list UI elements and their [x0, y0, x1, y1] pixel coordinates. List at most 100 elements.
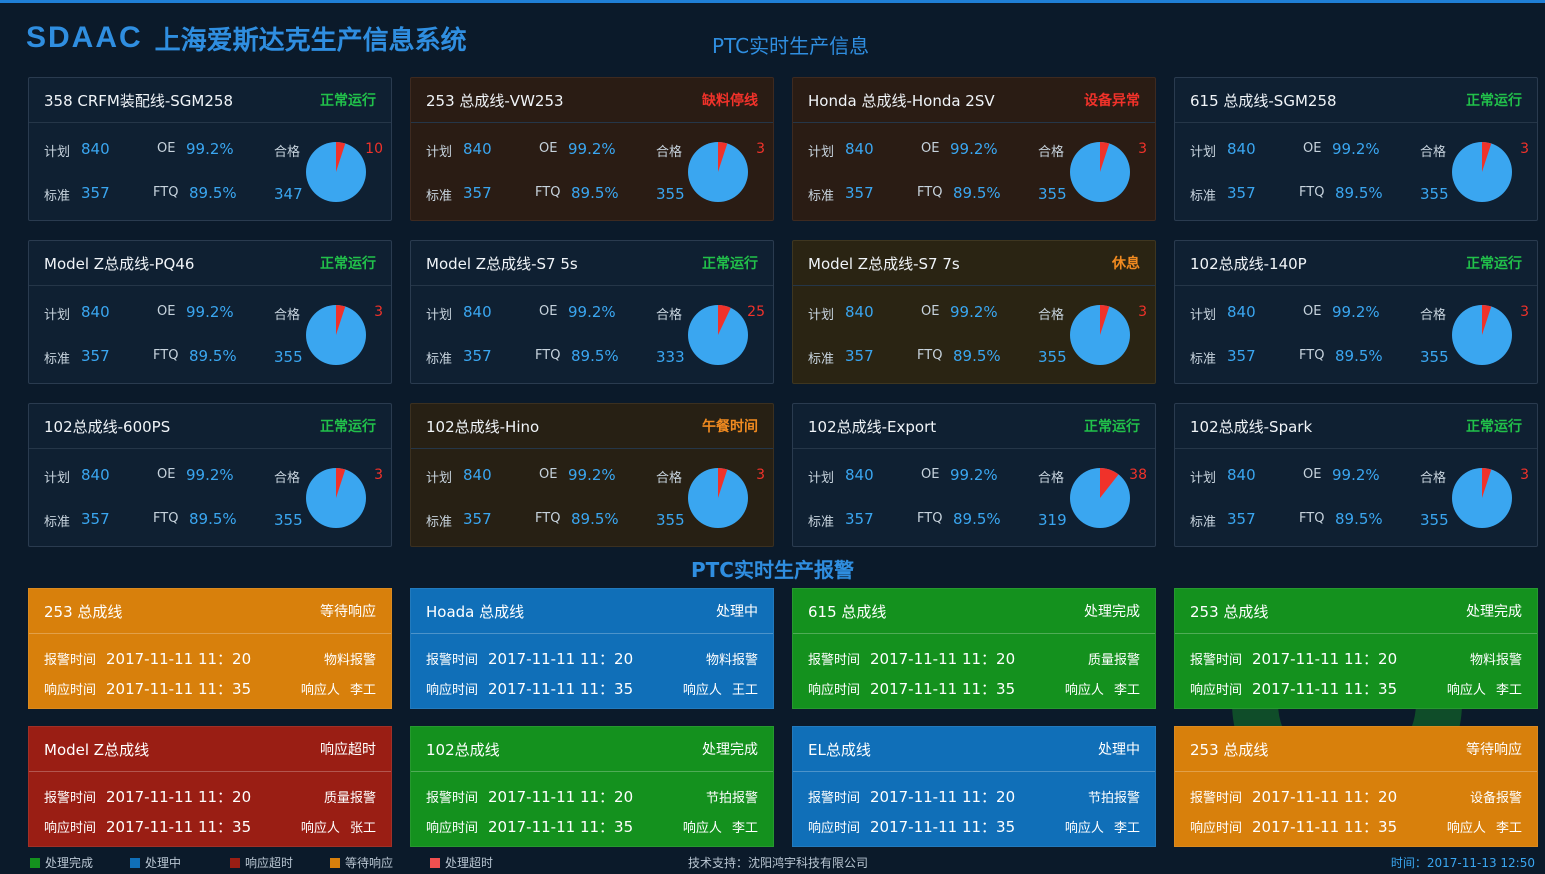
alarm-time-row: 报警时间 2017-11-11 11：20 物料报警 — [44, 647, 376, 669]
alarm-line-name: Hoada 总成线 — [426, 602, 525, 621]
responder-label: 响应人 — [300, 682, 340, 698]
oe-label: OE — [157, 467, 176, 482]
alarm-time-value: 2017-11-11 11：20 — [870, 649, 1016, 668]
responder-name: 李工 — [1113, 682, 1140, 698]
current-time: 时间：2017-11-13 12:50 — [1390, 856, 1535, 870]
alarm-card[interactable]: 253 总成线 等待响应 报警时间 2017-11-11 11：20 设备报警 … — [1174, 726, 1538, 847]
alarm-header: 102总成线 处理完成 — [411, 727, 773, 772]
production-card[interactable]: Model Z总成线-PQ46 正常运行 计划 840 OE 99.2% 合格 … — [28, 240, 392, 384]
standard-label: 标准 — [44, 352, 71, 367]
standard-label: 标准 — [426, 352, 453, 367]
response-time-label: 响应时间 — [44, 682, 97, 698]
responder: 响应人 张工 — [301, 817, 376, 836]
oe-value: 99.2% — [186, 140, 234, 158]
line-name: 358 CRFM装配线-SGM258 — [44, 91, 233, 110]
alarm-card[interactable]: 102总成线 处理完成 报警时间 2017-11-11 11：20 节拍报警 响… — [410, 726, 774, 847]
card-header: Model Z总成线-S7 5s 正常运行 — [411, 241, 773, 286]
oe-label: OE — [539, 141, 558, 156]
ftq-value: 89.5% — [189, 510, 237, 528]
plan-value: 840 — [1227, 303, 1256, 321]
alarm-card[interactable]: 253 总成线 处理完成 报警时间 2017-11-11 11：20 物料报警 … — [1174, 588, 1538, 709]
response-time-label: 响应时间 — [426, 820, 479, 836]
ftq-value: 89.5% — [189, 347, 237, 365]
alarm-status: 处理完成 — [702, 742, 758, 758]
production-card[interactable]: Model Z总成线-S7 7s 休息 计划 840 OE 99.2% 合格 标… — [792, 240, 1156, 384]
standard-value: 357 — [1227, 347, 1256, 365]
oe-label: OE — [921, 141, 940, 156]
alarm-card[interactable]: EL总成线 处理中 报警时间 2017-11-11 11：20 节拍报警 响应时… — [792, 726, 1156, 847]
plan-value: 840 — [81, 466, 110, 484]
line-status: 正常运行 — [1466, 93, 1522, 109]
standard-value: 357 — [1227, 510, 1256, 528]
oe-value: 99.2% — [186, 466, 234, 484]
production-card[interactable]: 253 总成线-VW253 缺料停线 计划 840 OE 99.2% 合格 标准… — [410, 77, 774, 221]
pass-label: 合格 — [656, 145, 683, 160]
pass-value: 319 — [1038, 511, 1067, 529]
line-status: 正常运行 — [320, 256, 376, 272]
legend-label: 处理完成 — [45, 856, 94, 870]
card-header: 102总成线-600PS 正常运行 — [29, 404, 391, 449]
response-time-value: 2017-11-11 11：35 — [1252, 817, 1398, 836]
production-card[interactable]: 102总成线-Spark 正常运行 计划 840 OE 99.2% 合格 标准 … — [1174, 403, 1538, 547]
responder: 响应人 李工 — [1065, 817, 1140, 836]
standard-value: 357 — [81, 510, 110, 528]
line-status: 正常运行 — [1466, 256, 1522, 272]
section-title-production: PTC实时生产信息 — [712, 34, 870, 58]
alarm-time-value: 2017-11-11 11：20 — [870, 787, 1016, 806]
alarm-card[interactable]: 253 总成线 等待响应 报警时间 2017-11-11 11：20 物料报警 … — [28, 588, 392, 709]
plan-label: 计划 — [44, 145, 71, 160]
alarm-time-row: 报警时间 2017-11-11 11：20 设备报警 — [1190, 785, 1522, 807]
pass-label: 合格 — [274, 145, 301, 160]
legend-item: 处理超时 — [430, 854, 493, 871]
pass-fail-pie — [1070, 468, 1130, 528]
alarm-time-row: 报警时间 2017-11-11 11：20 物料报警 — [426, 647, 758, 669]
legend-item: 响应超时 — [230, 854, 293, 871]
standard-value: 357 — [845, 510, 874, 528]
production-card[interactable]: Honda 总成线-Honda 2SV 设备异常 计划 840 OE 99.2%… — [792, 77, 1156, 221]
responder: 响应人 李工 — [683, 817, 758, 836]
alarm-card[interactable]: 615 总成线 处理完成 报警时间 2017-11-11 11：20 质量报警 … — [792, 588, 1156, 709]
production-card[interactable]: 358 CRFM装配线-SGM258 正常运行 计划 840 OE 99.2% … — [28, 77, 392, 221]
standard-value: 357 — [81, 347, 110, 365]
alarm-card[interactable]: Hoada 总成线 处理中 报警时间 2017-11-11 11：20 物料报警… — [410, 588, 774, 709]
line-status: 午餐时间 — [702, 419, 758, 435]
ftq-label: FTQ — [535, 348, 561, 363]
production-card[interactable]: Model Z总成线-S7 5s 正常运行 计划 840 OE 99.2% 合格… — [410, 240, 774, 384]
pass-label: 合格 — [1038, 308, 1065, 323]
response-time-row: 响应时间 2017-11-11 11：35 响应人 李工 — [808, 677, 1140, 699]
production-card[interactable]: 102总成线-Export 正常运行 计划 840 OE 99.2% 合格 标准… — [792, 403, 1156, 547]
response-time-label: 响应时间 — [1190, 682, 1243, 698]
response-time-value: 2017-11-11 11：35 — [870, 679, 1016, 698]
plan-label: 计划 — [44, 308, 71, 323]
fail-count: 3 — [1520, 467, 1529, 483]
production-card[interactable]: 102总成线-140P 正常运行 计划 840 OE 99.2% 合格 标准 3… — [1174, 240, 1538, 384]
card-header: 102总成线-Export 正常运行 — [793, 404, 1155, 449]
oe-label: OE — [921, 304, 940, 319]
alarm-line-name: 253 总成线 — [1190, 602, 1269, 621]
standard-label: 标准 — [808, 515, 835, 530]
oe-label: OE — [1303, 141, 1322, 156]
oe-value: 99.2% — [1332, 466, 1380, 484]
ftq-value: 89.5% — [1335, 347, 1383, 365]
pass-fail-pie — [1070, 142, 1130, 202]
standard-label: 标准 — [808, 189, 835, 204]
production-card[interactable]: 615 总成线-SGM258 正常运行 计划 840 OE 99.2% 合格 标… — [1174, 77, 1538, 221]
response-time-value: 2017-11-11 11：35 — [106, 679, 252, 698]
ftq-value: 89.5% — [189, 184, 237, 202]
alarm-card[interactable]: Model Z总成线 响应超时 报警时间 2017-11-11 11：20 质量… — [28, 726, 392, 847]
production-card[interactable]: 102总成线-600PS 正常运行 计划 840 OE 99.2% 合格 标准 … — [28, 403, 392, 547]
legend-item: 等待响应 — [330, 854, 393, 871]
responder-label: 响应人 — [1064, 682, 1104, 698]
alarm-header: 253 总成线 处理完成 — [1175, 589, 1537, 634]
pass-value: 355 — [1038, 348, 1067, 366]
pass-value: 355 — [1420, 511, 1449, 529]
alarm-status: 等待响应 — [320, 604, 376, 620]
responder-name: 李工 — [1113, 820, 1140, 836]
plan-label: 计划 — [1190, 145, 1217, 160]
production-card[interactable]: 102总成线-Hino 午餐时间 计划 840 OE 99.2% 合格 标准 3… — [410, 403, 774, 547]
card-body: 计划 840 OE 99.2% 合格 标准 357 FTQ 89.5% 355 … — [411, 123, 773, 223]
ftq-value: 89.5% — [1335, 510, 1383, 528]
response-time-row: 响应时间 2017-11-11 11：35 响应人 李工 — [808, 815, 1140, 837]
card-body: 计划 840 OE 99.2% 合格 标准 357 FTQ 89.5% 355 … — [1175, 123, 1537, 223]
alarm-status: 处理中 — [1098, 742, 1140, 758]
